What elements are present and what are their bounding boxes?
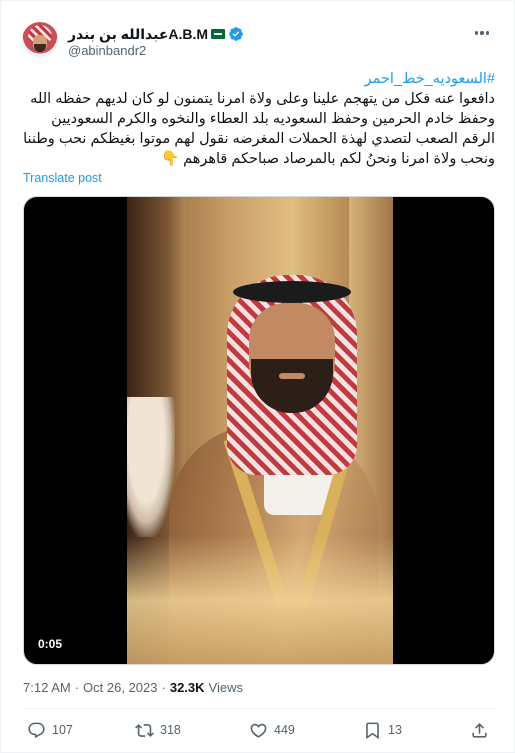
agal [233, 281, 351, 303]
more-horizontal-icon [474, 31, 479, 35]
verified-badge-icon [229, 27, 243, 41]
retweet-count: 318 [160, 723, 181, 737]
meta-separator-2: · [161, 680, 166, 695]
mouth [279, 373, 305, 379]
reply-count: 107 [52, 723, 73, 737]
share-icon [472, 722, 487, 738]
tweet-text: #السعوديه_خط_احمر دافعوا عنه فكل من يتهج… [23, 69, 495, 169]
saudi-flag-icon [211, 29, 226, 39]
post-date[interactable]: Oct 26, 2023 [83, 680, 157, 695]
background-figure [127, 397, 175, 537]
foreground-glare [127, 536, 393, 664]
retweet-button[interactable]: 318 [135, 717, 181, 743]
views-count[interactable]: 32.3K [170, 680, 205, 695]
bookmark-count: 13 [388, 723, 402, 737]
video-frame [127, 197, 393, 664]
action-bar: 107 318 449 13 [23, 717, 495, 743]
divider [23, 708, 495, 709]
retweet-icon [135, 723, 154, 737]
video-duration: 0:05 [34, 636, 67, 652]
reply-icon [28, 722, 45, 738]
translate-post-link[interactable]: Translate post [23, 171, 102, 185]
avatar-beard [34, 44, 46, 52]
avatar[interactable] [22, 22, 58, 58]
views-label: Views [208, 680, 243, 695]
tweet-body: دافعوا عنه فكل من يتهجم علينا وعلى ولاة … [23, 91, 495, 167]
reply-button[interactable]: 107 [27, 717, 73, 743]
meta-separator: · [74, 680, 80, 695]
tweet-card: عبدالله بن بندرA.B.M @abinbandr2 #السعود… [0, 0, 515, 753]
more-options-button[interactable] [472, 25, 492, 41]
author-name-row[interactable]: عبدالله بن بندرA.B.M [68, 24, 244, 44]
hashtag-link[interactable]: #السعوديه_خط_احمر [23, 69, 495, 89]
bookmark-button[interactable]: 13 [363, 717, 402, 743]
video-player[interactable]: 0:05 [23, 196, 495, 665]
post-time[interactable]: 7:12 AM [23, 680, 71, 695]
bookmark-icon [366, 722, 379, 739]
heart-icon [250, 723, 267, 738]
author-display-name[interactable]: عبدالله بن بندرA.B.M [68, 26, 208, 43]
author-handle[interactable]: @abinbandr2 [68, 43, 146, 58]
share-button[interactable] [470, 717, 489, 743]
like-button[interactable]: 449 [249, 717, 295, 743]
tweet-meta: 7:12 AM · Oct 26, 2023 · 32.3K Views [23, 680, 243, 695]
like-count: 449 [274, 723, 295, 737]
